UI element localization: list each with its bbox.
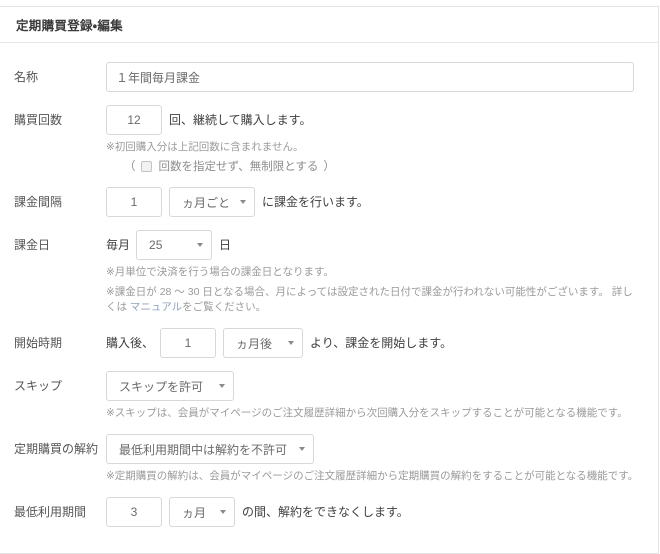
- label-billing-day: 課金日: [14, 238, 51, 252]
- chevron-down-icon: [299, 447, 305, 451]
- purchase-count-note: ※初回購入分は上記回数に含まれません。: [106, 141, 304, 153]
- row-skip: スキップ スキップを許可 ※スキップは、会員がマイページのご注文履歴詳細から次回…: [0, 364, 648, 427]
- billing-day-prefix: 毎月: [106, 238, 131, 252]
- label-name: 名称: [14, 70, 39, 84]
- field-cancel: 最低利用期間中は解約を不許可 ※定期購買の解約は、会員がマイページのご注文履歴詳…: [106, 434, 648, 484]
- close-paren: ）: [323, 161, 335, 173]
- unlimited-checkbox-row: （ 回数を指定せず、無制限とする ）: [106, 158, 638, 174]
- cancel-policy-value: 最低利用期間中は解約を不許可: [119, 442, 288, 457]
- label-billing-interval: 課金間隔: [14, 195, 63, 209]
- field-purchase-count: 回、継続して購入します。 ※初回購入分は上記回数に含まれません。 （ 回数を指定…: [106, 105, 648, 174]
- field-billing-day: 毎月 25 日 ※月単位で決済を行う場合の課金日となります。 ※課金日が 28 …: [106, 230, 648, 315]
- card-header: 定期購買登録・編集: [0, 7, 658, 43]
- billing-day-value: 25: [149, 238, 163, 252]
- chevron-down-icon: [288, 341, 295, 345]
- purchase-count-suffix: 回、継続して購入します。: [169, 113, 312, 127]
- min-period-unit-value: ヵ月: [182, 505, 207, 520]
- label-min-period: 最低利用期間: [14, 505, 87, 519]
- billing-interval-suffix: に課金を行います。: [262, 195, 369, 209]
- row-name: 名称: [0, 55, 648, 98]
- skip-select[interactable]: スキップを許可: [106, 371, 234, 401]
- chevron-down-icon: [220, 510, 226, 514]
- billing-day-select[interactable]: 25: [136, 230, 213, 260]
- billing-interval-input[interactable]: [106, 187, 162, 217]
- chevron-down-icon: [197, 243, 204, 247]
- skip-note: ※スキップは、会員がマイページのご注文履歴詳細から次回購入分をスキップすることが…: [106, 407, 628, 419]
- page-title: 定期購買登録・編集: [16, 19, 123, 33]
- chevron-down-icon: [240, 200, 246, 204]
- purchase-count-input[interactable]: [106, 105, 162, 135]
- open-paren: （: [124, 161, 136, 173]
- field-name: [106, 62, 648, 92]
- field-skip: スキップを許可 ※スキップは、会員がマイページのご注文履歴詳細から次回購入分をス…: [106, 371, 648, 421]
- billing-day-note-2-tail: をご覧ください。: [182, 301, 267, 313]
- subscription-form-card: 定期購買登録・編集 名称 購買回数 回、継続して購入します。 ※初回購入分は上記…: [0, 6, 659, 554]
- label-cancel: 定期購買の解約: [14, 442, 99, 456]
- cancel-policy-select[interactable]: 最低利用期間中は解約を不許可: [106, 434, 314, 464]
- billing-interval-unit-value: ヵ月ごと: [182, 195, 231, 210]
- min-period-input[interactable]: [106, 497, 162, 527]
- billing-day-note-1: ※月単位で決済を行う場合の課金日となります。: [106, 266, 334, 278]
- cancel-note: ※定期購買の解約は、会員がマイページのご注文履歴詳細から定期購買の解約をすること…: [106, 470, 639, 482]
- start-timing-prefix: 購入後、: [106, 336, 155, 350]
- row-start-timing: 開始時期 購入後、 ヵ月後 より、課金を開始します。: [0, 321, 648, 364]
- row-purchase-count: 購買回数 回、継続して購入します。 ※初回購入分は上記回数に含まれません。 （ …: [0, 98, 648, 180]
- row-min-period: 最低利用期間 ヵ月 の間、解約をできなくします。: [0, 490, 648, 533]
- field-start-timing: 購入後、 ヵ月後 より、課金を開始します。: [106, 328, 648, 358]
- row-cancel: 定期購買の解約 最低利用期間中は解約を不許可 ※定期購買の解約は、会員がマイペー…: [0, 427, 648, 490]
- start-timing-input[interactable]: [160, 328, 217, 358]
- manual-link[interactable]: マニュアル: [130, 301, 182, 313]
- min-period-suffix: の間、解約をできなくします。: [242, 505, 409, 519]
- billing-day-note-2: ※課金日が 28 ～ 30 日となる場合、月によっては設定された日付で課金が行わ…: [106, 285, 638, 315]
- start-timing-suffix: より、課金を開始します。: [310, 336, 453, 350]
- label-purchase-count: 購買回数: [14, 113, 63, 127]
- card-body: 名称 購買回数 回、継続して購入します。 ※初回購入分は上記回数に含まれません。…: [0, 43, 658, 553]
- skip-value: スキップを許可: [119, 379, 204, 394]
- row-billing-day: 課金日 毎月 25 日 ※月単位で決済を行う場合の課金日となります。 ※課金日が…: [0, 223, 648, 321]
- label-start-timing: 開始時期: [14, 336, 63, 350]
- billing-day-suffix: 日: [219, 238, 232, 252]
- name-input[interactable]: [106, 62, 634, 92]
- start-timing-unit-select[interactable]: ヵ月後: [223, 328, 304, 358]
- field-min-period: ヵ月 の間、解約をできなくします。: [106, 497, 648, 527]
- chevron-down-icon: [219, 384, 225, 388]
- label-skip: スキップ: [14, 379, 63, 393]
- billing-interval-unit-select[interactable]: ヵ月ごと: [169, 187, 255, 217]
- unlimited-checkbox-label: 回数を指定せず、無制限とする: [158, 161, 319, 173]
- row-billing-interval: 課金間隔 ヵ月ごと に課金を行います。: [0, 180, 648, 223]
- start-timing-unit-value: ヵ月後: [236, 336, 273, 351]
- field-billing-interval: ヵ月ごと に課金を行います。: [106, 187, 648, 217]
- unlimited-checkbox[interactable]: [140, 160, 152, 172]
- min-period-unit-select[interactable]: ヵ月: [169, 497, 235, 527]
